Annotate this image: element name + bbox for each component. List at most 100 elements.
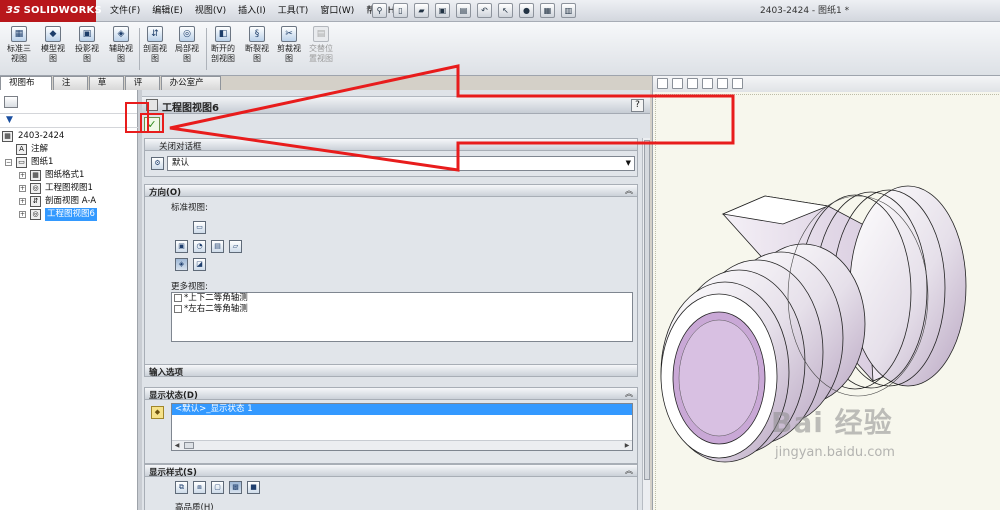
tree-node-drawing-view6[interactable]: + ◎ 工程图视图6 [2, 208, 136, 221]
shaded-with-edges-icon[interactable]: ▩ [229, 481, 242, 494]
list-item-label: *上下二等角轴测 [184, 293, 248, 303]
title-bar: 3S SOLIDWORKS 文件(F) 编辑(E) 视图(V) 插入(I) 工具(… [0, 0, 1000, 22]
list-item[interactable]: <默认>_显示状态 1 [172, 404, 632, 415]
top-view-icon[interactable]: ▭ [193, 221, 206, 234]
graphics-area[interactable]: Bai 经验 jingyan.baidu.com [652, 76, 1000, 510]
crop-view-button[interactable]: ✂ 剪裁视 图 [272, 26, 306, 74]
isometric-view-icon[interactable]: ◈ [175, 258, 188, 271]
menu-tools[interactable]: 工具(T) [272, 0, 315, 22]
previous-view-icon[interactable] [687, 78, 698, 89]
tab-evaluate[interactable]: 评估 [124, 76, 160, 101]
filter-icon[interactable]: ▼ [6, 115, 13, 125]
hidden-lines-removed-icon[interactable]: ▢ [211, 481, 224, 494]
tab-office-products[interactable]: 办公室产品 [160, 76, 221, 101]
tree-root-node[interactable]: ▦ 2403-2424 [2, 130, 136, 143]
scroll-left-icon[interactable]: ◀ [172, 441, 182, 450]
bottom-view-icon[interactable]: ◪ [193, 258, 206, 271]
tree-node-annotations[interactable]: A 注解 [2, 143, 136, 156]
tab-sketch[interactable]: 草图 [88, 76, 124, 101]
tree-node-label: 工程图视图6 [45, 208, 97, 221]
checkbox[interactable] [174, 305, 182, 313]
ok-button[interactable]: ✓ [144, 117, 160, 133]
expand-toggle[interactable]: + [19, 185, 26, 192]
tree-node-drawing-view1[interactable]: + ◎ 工程图视图1 [2, 182, 136, 195]
shaded-icon[interactable]: ■ [247, 481, 260, 494]
tree-node-sheet-format1[interactable]: + ▦ 图纸格式1 [2, 169, 136, 182]
list-item[interactable]: *左右二等角轴测 [172, 304, 632, 315]
new-document-icon[interactable]: ▯ [393, 3, 408, 18]
file-properties-icon[interactable]: ▦ [540, 3, 555, 18]
command-manager-tabs: 视图布局 注解 草图 评估 办公室产品 [0, 76, 222, 101]
checkbox[interactable] [174, 294, 182, 302]
collapse-toggle[interactable]: − [5, 159, 12, 166]
display-style-icon[interactable] [702, 78, 713, 89]
break-view-button[interactable]: § 断裂视 图 [240, 26, 274, 74]
alternate-position-view-button[interactable]: ▤ 交替位 置视图 [304, 26, 338, 74]
collapse-chevron-icon[interactable]: ︽ [625, 185, 633, 197]
menu-window[interactable]: 窗口(W) [314, 0, 360, 22]
back-view-icon[interactable]: ▱ [229, 240, 242, 253]
list-item[interactable]: *上下二等角轴测 [172, 293, 632, 304]
undo-icon[interactable]: ↶ [477, 3, 492, 18]
tree-node-sheet1[interactable]: − ▭ 图纸1 [2, 156, 136, 169]
collapse-chevron-icon[interactable]: ︽ [625, 388, 633, 400]
ds-logo-icon: 3S [6, 5, 21, 16]
zoom-to-area-icon[interactable] [672, 78, 683, 89]
tree-node-section-view-aa[interactable]: + ⇵ 剖面视图 A-A [2, 195, 136, 208]
projected-view-button[interactable]: ▣ 投影视 图 [70, 26, 104, 74]
open-folder-icon[interactable]: ▰ [414, 3, 429, 18]
menu-edit[interactable]: 编辑(E) [146, 0, 189, 22]
tab-annotation[interactable]: 注解 [52, 76, 88, 101]
tree-filter-bar[interactable]: ▼ [0, 114, 138, 128]
group-header[interactable]: 方向(O) ︽ [144, 184, 638, 198]
print-icon[interactable]: ▤ [456, 3, 471, 18]
hidden-lines-visible-icon[interactable]: ⧈ [193, 481, 206, 494]
menu-view[interactable]: 视图(V) [189, 0, 232, 22]
broken-out-section-button[interactable]: ◧ 断开的 剖视图 [206, 26, 240, 74]
help-button[interactable]: ? [631, 99, 644, 112]
group-header[interactable]: 输入选项 [144, 364, 638, 378]
high-quality-option[interactable]: 高品质(H) [175, 501, 214, 510]
expand-toggle[interactable]: + [19, 211, 26, 218]
group-header[interactable]: 关闭对话框 [144, 138, 638, 152]
hide-show-items-icon[interactable] [717, 78, 728, 89]
section-view-icon: ⇵ [30, 196, 41, 207]
broken-out-section-icon: ◧ [215, 26, 231, 42]
scroll-thumb[interactable] [644, 140, 650, 480]
pin-icon[interactable]: ⚲ [372, 3, 387, 18]
drawing-view-icon: ◎ [30, 209, 41, 220]
detail-view-button[interactable]: ◎ 局部视 图 [170, 26, 204, 74]
wireframe-icon[interactable]: ⧉ [175, 481, 188, 494]
group-header[interactable]: 显示样式(S) ︽ [144, 464, 638, 478]
right-view-icon[interactable]: ▤ [211, 240, 224, 253]
menu-insert[interactable]: 插入(I) [232, 0, 272, 22]
tab-view-layout[interactable]: 视图布局 [0, 76, 52, 101]
scroll-thumb[interactable] [184, 442, 194, 449]
chevron-down-icon: ▼ [625, 159, 631, 167]
traffic-light-icon[interactable]: ● [519, 3, 534, 18]
section-view-button[interactable]: ⇵ 剖面视 图 [138, 26, 172, 74]
front-view-icon[interactable]: ▣ [175, 240, 188, 253]
view-settings-icon[interactable] [732, 78, 743, 89]
configuration-dropdown[interactable]: 默认 ▼ [167, 156, 635, 171]
scroll-right-icon[interactable]: ▶ [622, 441, 632, 450]
zoom-to-fit-icon[interactable] [657, 78, 668, 89]
save-icon[interactable]: ▣ [435, 3, 450, 18]
auxiliary-view-button[interactable]: ◈ 辅助视 图 [104, 26, 138, 74]
auxiliary-view-icon: ◈ [113, 26, 129, 42]
left-view-icon[interactable]: ◔ [193, 240, 206, 253]
select-cursor-icon[interactable]: ↖ [498, 3, 513, 18]
collapse-chevron-icon[interactable]: ︽ [625, 465, 633, 477]
property-manager-title: 工程图视图6 [162, 103, 219, 114]
options-icon[interactable]: ▥ [561, 3, 576, 18]
expand-toggle[interactable]: + [19, 198, 26, 205]
crop-view-icon: ✂ [281, 26, 297, 42]
model-view-button[interactable]: ◆ 模型视 图 [36, 26, 70, 74]
standard-3-view-button[interactable]: ▦ 标准三 视图 [2, 26, 36, 74]
expand-toggle[interactable]: + [19, 172, 26, 179]
horizontal-scrollbar[interactable]: ◀ ▶ [172, 440, 632, 450]
property-manager-scrollbar[interactable] [642, 138, 650, 510]
group-header[interactable]: 显示状态(D) ︽ [144, 387, 638, 401]
menu-file[interactable]: 文件(F) [104, 0, 146, 22]
feature-manager-icon[interactable] [4, 96, 18, 108]
